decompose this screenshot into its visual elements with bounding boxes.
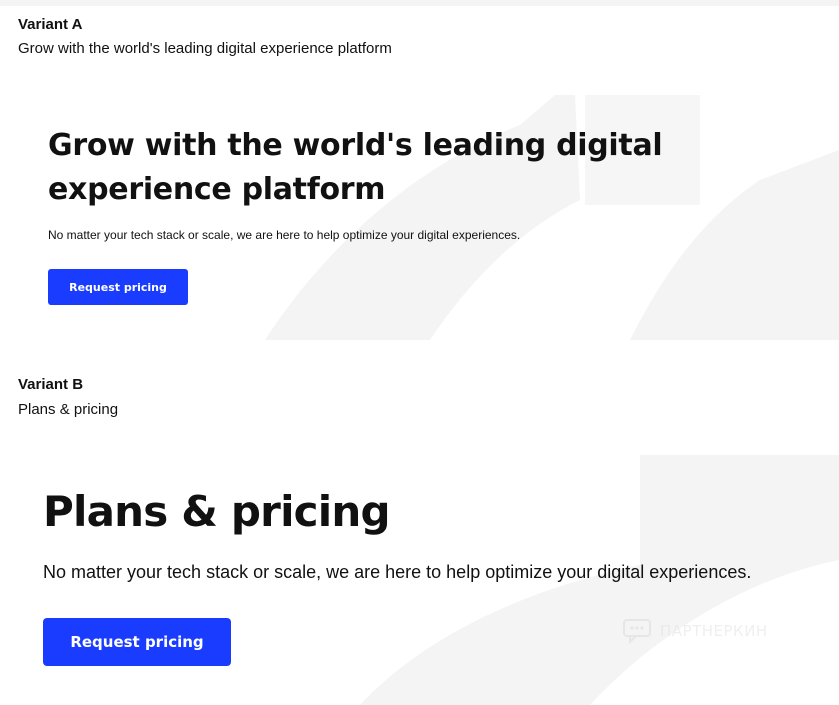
variant-a-request-pricing-button[interactable]: Request pricing xyxy=(48,269,188,305)
variant-b-label: Variant B xyxy=(18,376,84,393)
watermark: ПАРТНЕРКИН xyxy=(622,618,768,644)
watermark-text: ПАРТНЕРКИН xyxy=(660,622,768,640)
top-divider xyxy=(0,0,839,6)
variant-a-headline: Grow with the world's leading digital ex… xyxy=(48,128,663,207)
background-decor xyxy=(265,95,839,705)
variant-a-description: Grow with the world's leading digital ex… xyxy=(18,40,392,57)
variant-b-subtext: No matter your tech stack or scale, we a… xyxy=(43,562,752,582)
variant-b-request-pricing-button[interactable]: Request pricing xyxy=(43,618,231,666)
variant-b-headline: Plans & pricing xyxy=(43,487,391,536)
variant-b-description: Plans & pricing xyxy=(18,401,119,418)
variant-a-subtext: No matter your tech stack or scale, we a… xyxy=(48,228,521,242)
chat-bubble-icon xyxy=(623,619,651,644)
variant-a-label: Variant A xyxy=(18,16,83,33)
